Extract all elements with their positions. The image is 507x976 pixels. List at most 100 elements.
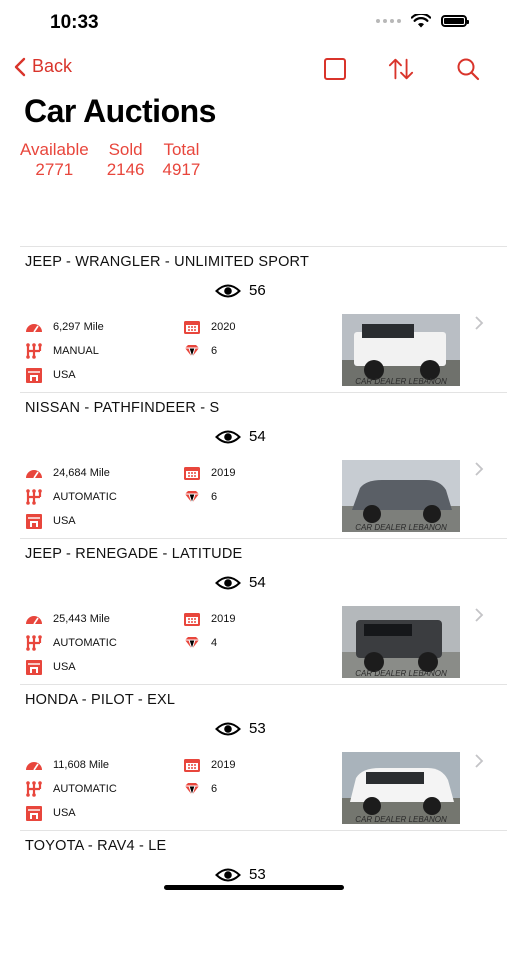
stat-sold: Sold 2146 [107,140,145,180]
speedometer-icon [26,470,42,479]
page-title: Car Auctions [24,93,216,129]
svg-text:CAR DEALER LEBANON: CAR DEALER LEBANON [355,523,447,532]
transmission-value: AUTOMATIC [53,783,117,795]
stat-label: Available [20,140,89,159]
cylinders-spec: 6 [183,489,217,505]
view-count: 54 [215,574,266,591]
gearbox-icon [26,343,42,359]
gearbox-icon [26,635,42,651]
signal-icon [376,19,401,23]
transmission-value: AUTOMATIC [53,491,117,503]
origin-spec: USA [25,513,76,529]
chevron-right-icon [475,754,484,768]
transmission-value: AUTOMATIC [53,637,117,649]
auction-stats: Available 2771 Sold 2146 Total 4917 [20,140,200,180]
select-square-icon[interactable] [322,56,348,82]
home-indicator[interactable] [164,885,344,890]
transmission-spec: AUTOMATIC [25,489,117,505]
year-spec: 2020 [183,319,235,335]
mileage-value: 25,443 Mile [53,613,110,625]
car-body [352,480,452,510]
mileage-value: 24,684 Mile [53,467,110,479]
svg-text:CAR DEALER LEBANON: CAR DEALER LEBANON [355,815,447,824]
speedometer-icon [26,762,42,771]
view-count-value: 53 [249,720,266,737]
cylinders-spec: 6 [183,343,217,359]
auction-card[interactable]: HONDA - PILOT - EXL 53 11,608 Mile 2019 … [20,685,507,830]
stat-available: Available 2771 [20,140,89,180]
origin-spec: USA [25,659,76,675]
back-button[interactable]: Back [14,56,72,77]
gearbox-icon [26,781,42,797]
auction-card[interactable]: JEEP - RENEGADE - LATITUDE 54 25,443 Mil… [20,539,507,684]
mileage-value: 6,297 Mile [53,321,104,333]
year-value: 2019 [211,759,236,771]
mileage-value: 11,608 Mile [53,759,110,771]
cylinders-spec: 6 [183,781,217,797]
auction-list: JEEP - WRANGLER - UNLIMITED SPORT 56 6,2… [20,246,507,976]
origin-spec: USA [25,367,76,383]
cylinders-value: 4 [211,637,218,649]
status-time: 10:33 [50,12,99,33]
cylinders-value: 6 [211,491,218,503]
year-value: 2019 [211,467,236,479]
origin-value: USA [53,807,76,819]
transmission-spec: AUTOMATIC [25,635,117,651]
transmission-spec: MANUAL [25,343,99,359]
chevron-right-icon [475,316,484,330]
chevron-left-icon [14,57,26,76]
gearbox-icon [26,489,42,505]
eye-icon [215,576,241,589]
eye-icon [215,722,241,735]
engine-icon [185,637,199,651]
origin-spec: USA [25,805,76,821]
stat-total: Total 4917 [163,140,201,180]
sort-icon[interactable] [388,56,414,82]
transmission-value: MANUAL [53,345,99,357]
stat-value: 4917 [162,160,201,179]
year-spec: 2019 [183,611,235,627]
car-title: HONDA - PILOT - EXL [25,692,176,708]
engine-icon [185,345,199,359]
transmission-spec: AUTOMATIC [25,781,117,797]
calendar-icon [184,613,200,626]
calendar-icon [184,759,200,772]
status-bar: 10:33 [0,0,507,48]
car-title: NISSAN - PATHFINDEER - S [25,400,220,416]
calendar-icon [184,467,200,480]
chevron-right-icon [475,462,484,476]
battery-icon [441,15,469,27]
stat-label: Total [163,140,200,159]
speedometer-icon [26,324,42,333]
chevron-right-icon [475,608,484,622]
auction-card[interactable]: JEEP - WRANGLER - UNLIMITED SPORT 56 6,2… [20,247,507,392]
search-icon[interactable] [455,56,481,82]
origin-value: USA [53,515,76,527]
cylinders-spec: 4 [183,635,217,651]
view-count-value: 54 [249,574,266,591]
cylinders-value: 6 [211,783,218,795]
wifi-icon [411,14,431,28]
svg-text:CAR DEALER LEBANON: CAR DEALER LEBANON [355,669,447,678]
speedometer-icon [26,616,42,625]
car-title: JEEP - RENEGADE - LATITUDE [25,546,243,562]
mileage-spec: 25,443 Mile [25,611,110,627]
view-count: 53 [215,720,266,737]
cylinders-value: 6 [211,345,218,357]
auction-card[interactable]: NISSAN - PATHFINDEER - S 54 24,684 Mile … [20,393,507,538]
car-photo: CAR DEALER LEBANON [342,752,460,824]
year-value: 2019 [211,613,236,625]
auction-card[interactable]: TOYOTA - RAV4 - LE 53 [20,831,507,976]
car-title: TOYOTA - RAV4 - LE [25,838,167,854]
stat-label: Sold [108,140,143,159]
year-value: 2020 [211,321,236,333]
view-count-value: 54 [249,428,266,445]
shop-icon [26,514,42,529]
view-count: 56 [215,282,266,299]
eye-icon [215,868,241,881]
car-photo: CAR DEALER LEBANON [342,460,460,532]
shop-icon [26,806,42,821]
shop-icon [26,660,42,675]
calendar-icon [184,321,200,334]
eye-icon [215,284,241,297]
